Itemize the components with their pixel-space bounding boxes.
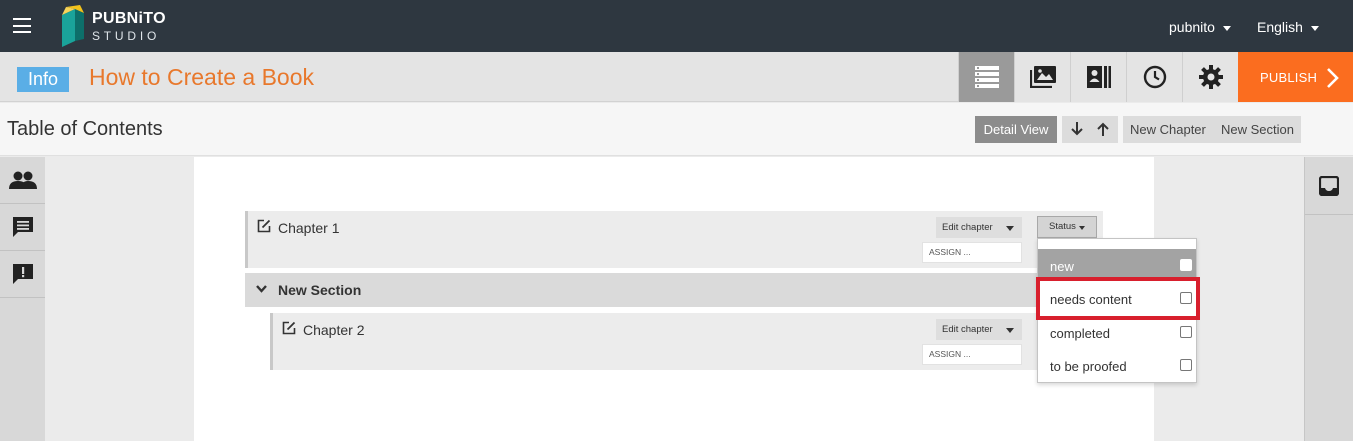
alert-comment-icon (12, 264, 33, 284)
history-clock-icon (1143, 65, 1166, 89)
status-dropdown-button[interactable]: Status (1037, 216, 1097, 238)
assign-field[interactable]: ASSIGN ... (922, 344, 1022, 365)
edit-icon[interactable] (257, 219, 271, 233)
edit-icon[interactable] (282, 321, 296, 335)
status-option-to-be-proofed[interactable]: to be proofed (1038, 349, 1196, 380)
comments-panel-button[interactable] (0, 204, 45, 251)
user-menu[interactable]: pubnito (1169, 19, 1231, 35)
status-checkbox[interactable] (1180, 259, 1192, 271)
assign-field[interactable]: ASSIGN ... (922, 242, 1022, 263)
images-icon (1029, 66, 1056, 88)
status-option-label: new (1050, 259, 1074, 274)
history-button[interactable] (1126, 52, 1182, 102)
user-name: pubnito (1169, 19, 1215, 35)
brand-subname: STUDIO (92, 29, 161, 43)
detail-view-button[interactable]: Detail View (975, 116, 1057, 143)
book-title-bar: Info How to Create a Book PUBLISH (0, 52, 1353, 102)
status-option-new[interactable]: new (1038, 249, 1196, 280)
add-buttons: New Chapter New Section (1123, 116, 1301, 143)
section-title: New Section (278, 282, 362, 298)
top-navigation-bar: PUBNiTO STUDIO pubnito English (0, 0, 1353, 52)
edit-chapter-label: Edit chapter (942, 222, 993, 233)
status-option-label: completed (1050, 326, 1110, 341)
new-section-button[interactable]: New Section (1221, 122, 1294, 137)
chevron-down-icon (1222, 25, 1231, 31)
chapter-title: Chapter 2 (303, 322, 365, 338)
section-row[interactable]: New Section (245, 273, 1103, 307)
arrow-up-icon[interactable] (1097, 122, 1109, 136)
highlight-annotation (1036, 277, 1200, 320)
edit-chapter-label: Edit chapter (942, 324, 993, 335)
users-icon (8, 171, 37, 189)
new-chapter-button[interactable]: New Chapter (1130, 122, 1206, 137)
chevron-down-icon (1006, 328, 1014, 333)
chapter-title: Chapter 1 (278, 220, 340, 236)
status-checkbox[interactable] (1180, 326, 1192, 338)
book-title: How to Create a Book (89, 64, 315, 90)
chevron-down-icon (1079, 226, 1085, 230)
edit-chapter-dropdown[interactable]: Edit chapter (936, 217, 1022, 238)
inbox-panel-button[interactable] (1305, 157, 1353, 215)
arrow-down-icon[interactable] (1071, 122, 1083, 136)
users-panel-button[interactable] (0, 157, 45, 204)
toc-canvas: Chapter 1 Edit chapter ASSIGN ... Status… (194, 157, 1154, 441)
toc-list-button[interactable] (958, 52, 1014, 102)
info-button[interactable]: Info (17, 67, 69, 92)
chevron-down-icon[interactable] (256, 285, 267, 293)
pubnito-logo-icon (62, 5, 84, 47)
language-menu[interactable]: English (1257, 19, 1319, 35)
page-title: Table of Contents (7, 118, 163, 140)
contact-card-icon (1086, 66, 1111, 88)
right-side-panel (1304, 157, 1353, 441)
hamburger-menu-icon[interactable] (13, 18, 31, 33)
contributors-button[interactable] (1070, 52, 1126, 102)
toc-toolbar: Table of Contents Detail View New Chapte… (0, 103, 1353, 156)
inbox-icon (1319, 175, 1339, 196)
publish-button[interactable]: PUBLISH (1238, 52, 1353, 102)
list-view-icon (974, 66, 999, 88)
left-side-panel (0, 157, 45, 441)
language-name: English (1257, 19, 1303, 35)
status-checkbox[interactable] (1180, 359, 1192, 371)
media-library-button[interactable] (1014, 52, 1070, 102)
status-label: Status (1049, 221, 1076, 232)
settings-gear-icon (1198, 65, 1223, 89)
settings-button[interactable] (1182, 52, 1238, 102)
brand-wordmark: PUBNiTO STUDIO (92, 10, 166, 43)
chevron-right-icon (1327, 68, 1339, 88)
chevron-down-icon (1310, 25, 1319, 31)
publish-label: PUBLISH (1260, 70, 1318, 85)
status-option-label: to be proofed (1050, 359, 1127, 374)
feedback-panel-button[interactable] (0, 251, 45, 298)
move-buttons (1062, 116, 1118, 143)
chapter-row[interactable]: Chapter 2 Edit chapter ASSIGN ... (270, 313, 1103, 370)
chevron-down-icon (1006, 226, 1014, 231)
comments-icon (12, 217, 33, 237)
brand-name: PUBNiTO (92, 10, 166, 27)
chapter-row[interactable]: Chapter 1 Edit chapter ASSIGN ... Status (245, 211, 1103, 268)
edit-chapter-dropdown[interactable]: Edit chapter (936, 319, 1022, 340)
status-option-completed[interactable]: completed (1038, 316, 1196, 347)
